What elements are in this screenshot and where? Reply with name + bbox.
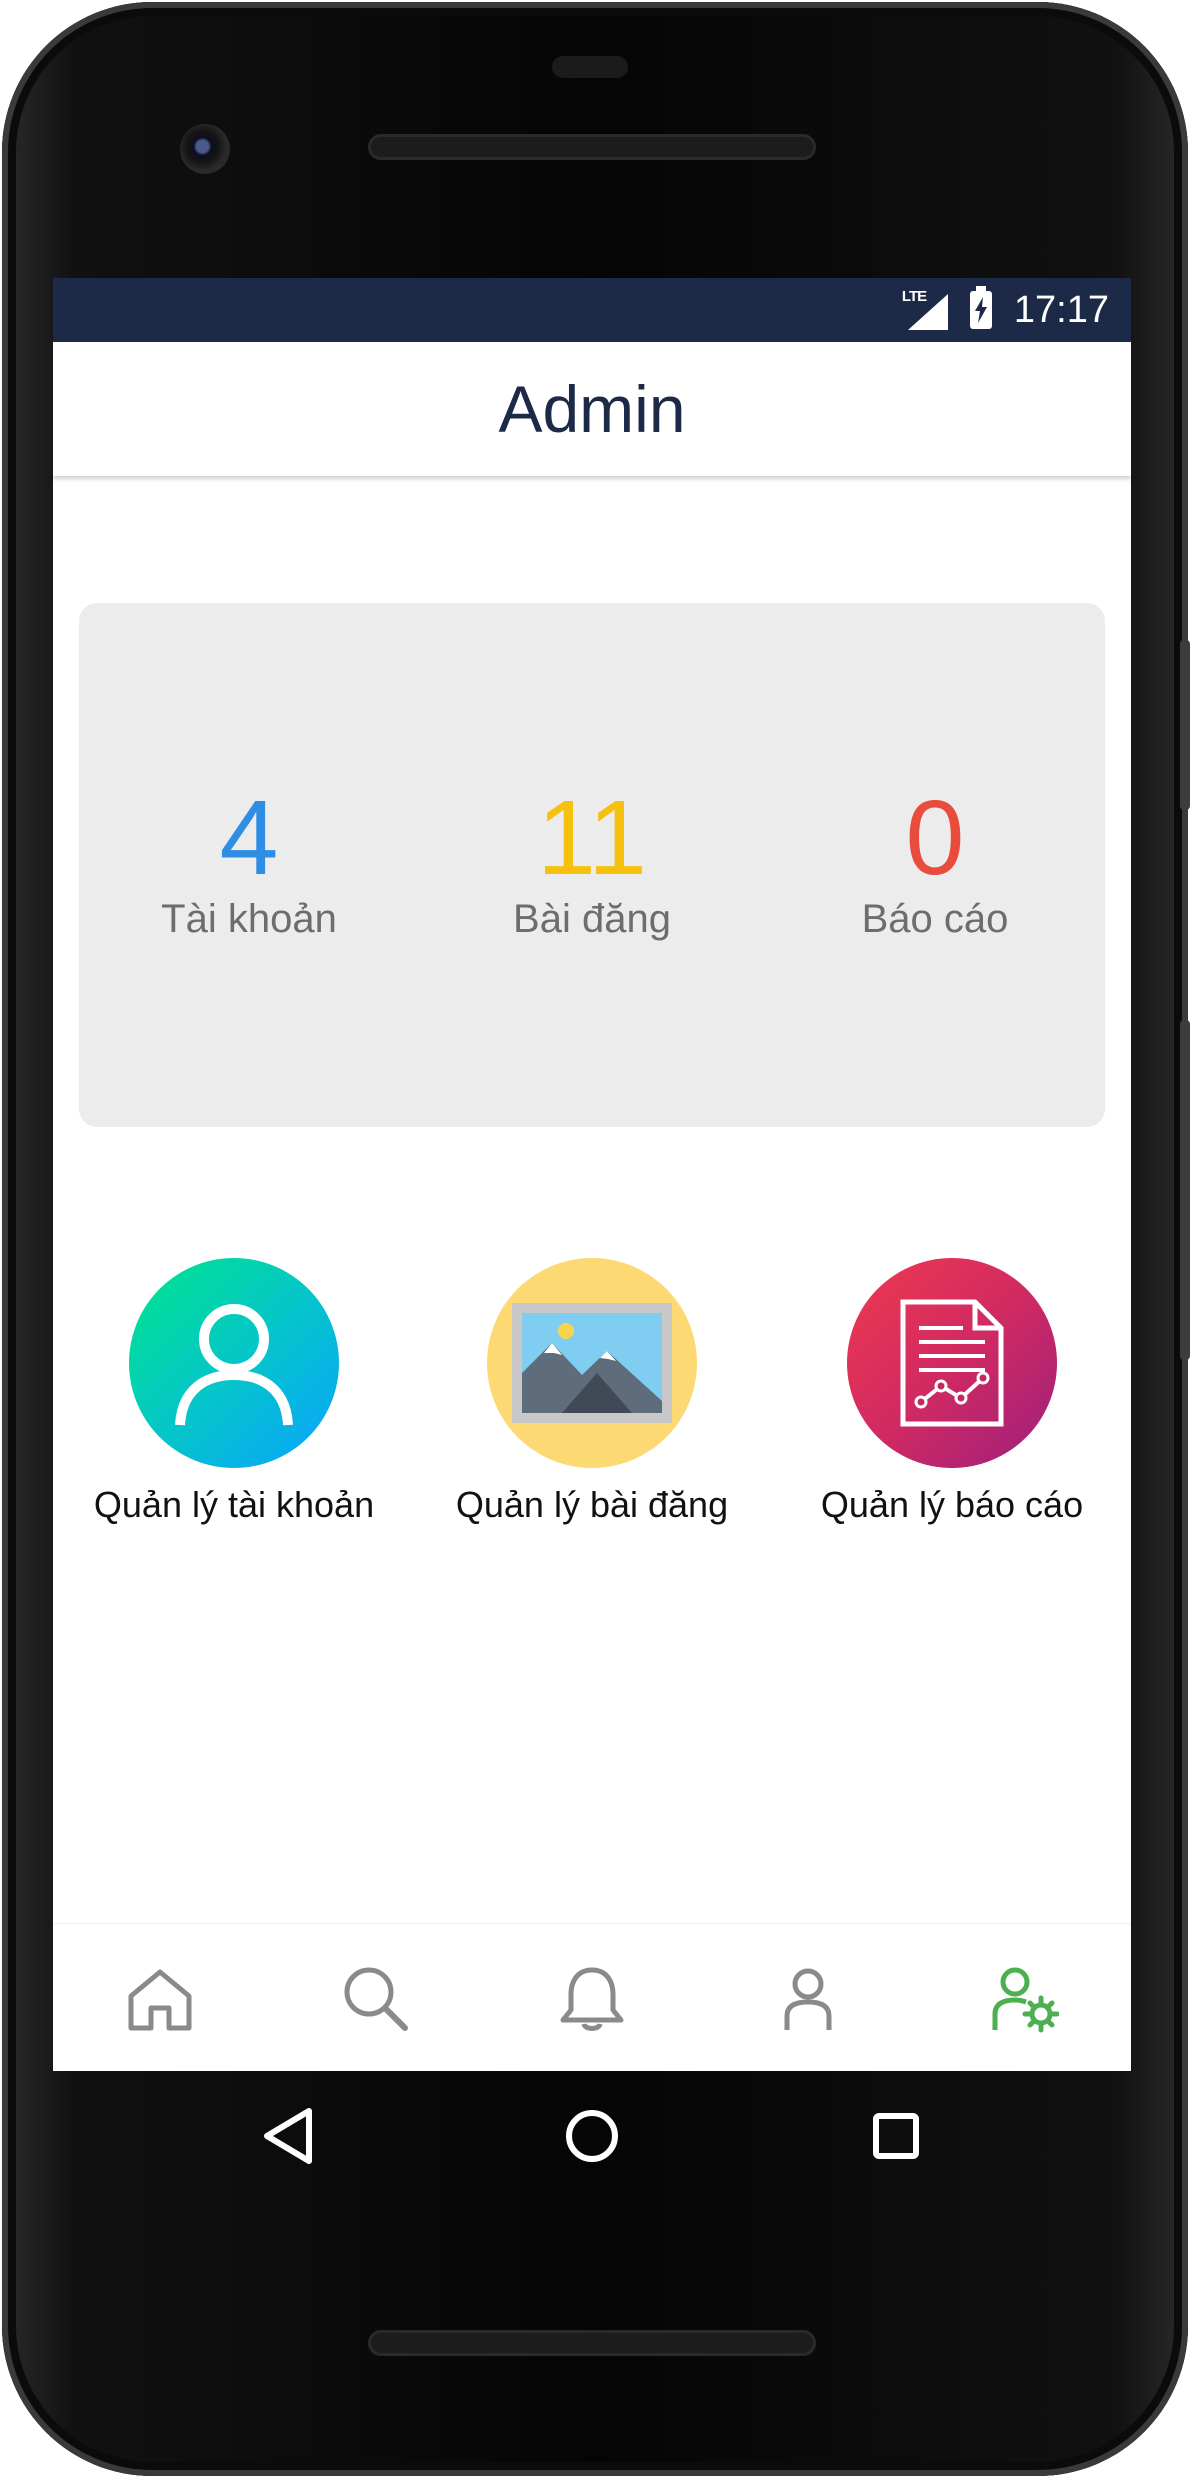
manage-posts-button[interactable]: Quản lý bài đăng — [422, 1258, 762, 1526]
system-navigation-bar — [53, 2071, 1131, 2201]
stat-label: Báo cáo — [861, 897, 1009, 941]
stat-accounts: 4 Tài khoản — [79, 783, 419, 942]
status-time: 17:17 — [1013, 288, 1109, 331]
home-circle-icon[interactable] — [557, 2101, 627, 2171]
stats-card: 4 Tài khoản 11 Bài đăng 0 Báo cáo — [79, 603, 1105, 1127]
front-camera — [180, 124, 230, 174]
search-icon[interactable] — [341, 1964, 411, 2034]
recents-icon[interactable] — [861, 2101, 931, 2171]
bottom-speaker — [368, 2330, 816, 2356]
stat-value: 0 — [905, 779, 965, 897]
bell-icon[interactable] — [557, 1964, 627, 2034]
stat-label: Tài khoản — [161, 897, 337, 941]
manage-reports-button[interactable]: Quản lý báo cáo — [782, 1258, 1122, 1526]
image-icon — [487, 1258, 697, 1468]
stat-reports: 0 Báo cáo — [765, 783, 1105, 942]
top-speaker — [368, 134, 816, 160]
power-button — [1180, 640, 1190, 810]
bottom-navigation — [53, 1923, 1131, 2071]
action-label: Quản lý tài khoản — [93, 1484, 375, 1525]
manage-accounts-button[interactable]: Quản lý tài khoản — [64, 1258, 404, 1526]
admin-settings-icon[interactable] — [989, 1964, 1060, 2034]
volume-button — [1180, 1020, 1190, 1360]
action-label: Quản lý bài đăng — [455, 1484, 729, 1525]
stat-label: Bài đăng — [513, 897, 671, 941]
stat-value: 4 — [219, 779, 279, 897]
status-bar: LTE 17:17 — [53, 278, 1131, 342]
stat-value: 11 — [536, 779, 648, 897]
stat-posts: 11 Bài đăng — [422, 783, 762, 942]
action-label: Quản lý báo cáo — [820, 1484, 1084, 1525]
profile-icon[interactable] — [773, 1964, 843, 2034]
signal-icon: LTE — [902, 288, 948, 330]
report-document-icon — [847, 1258, 1057, 1468]
home-icon[interactable] — [125, 1964, 195, 2034]
proximity-sensor — [552, 56, 628, 78]
screen: LTE 17:17 Admin 4 Tài khoản 11 Bài đăng … — [53, 278, 1131, 2071]
back-icon[interactable] — [253, 2101, 323, 2171]
battery-charging-icon — [969, 286, 992, 329]
page-title: Admin — [498, 372, 686, 446]
user-icon — [129, 1258, 339, 1468]
app-bar: Admin — [53, 342, 1131, 476]
